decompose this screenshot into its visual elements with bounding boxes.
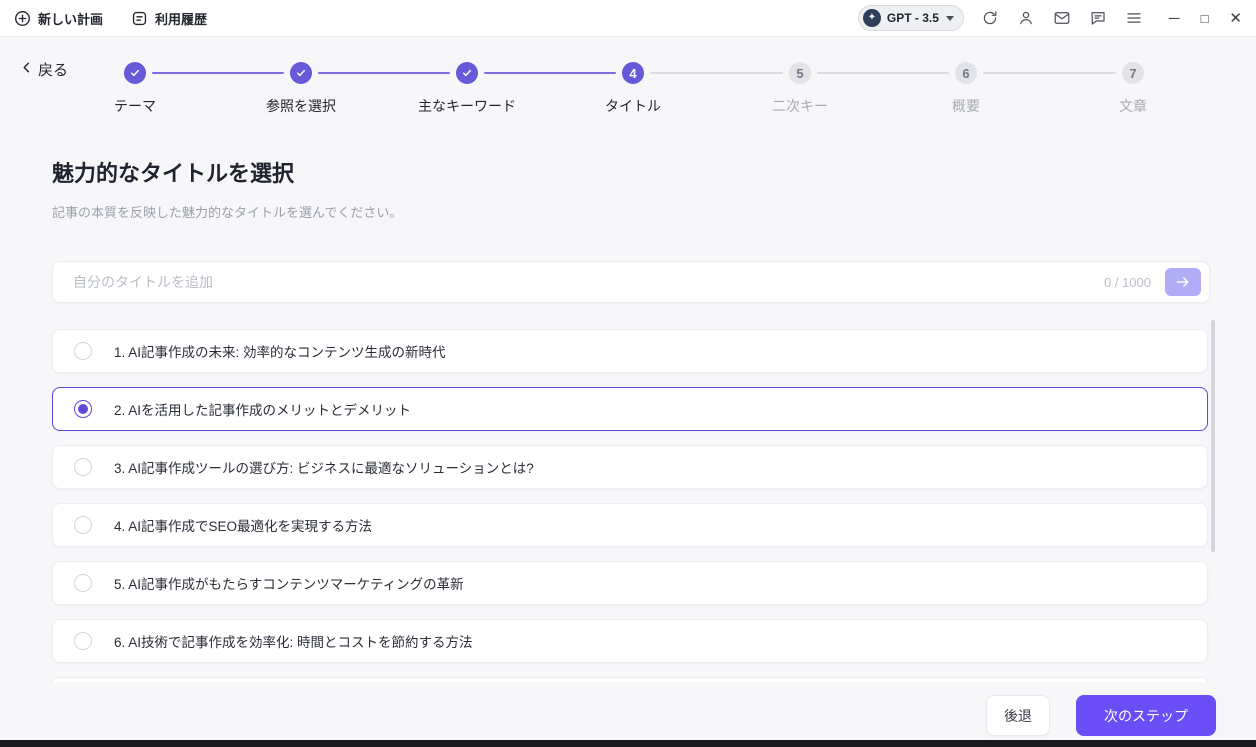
back-link-label: 戻る [38,62,69,79]
new-plan-label: 新しい計画 [38,11,104,27]
mail-button[interactable] [1053,9,1072,28]
scrollbar-thumb[interactable] [1211,320,1215,552]
step-number: 4 [629,65,637,81]
title-option-1[interactable]: 1. AI記事作成の未来: 効率的なコンテンツ生成の新時代 [52,329,1208,373]
radio-icon[interactable] [74,516,92,534]
step-1-theme[interactable] [124,62,146,84]
back-link[interactable]: 戻る [20,59,68,80]
chevron-down-icon [945,15,954,21]
model-label: GPT - 3.5 [886,11,939,25]
title-option-2[interactable]: 2. AIを活用した記事作成のメリットとデメリット [52,387,1208,431]
usage-history-label: 利用履歴 [155,11,208,27]
sparkle-icon: ✦ [862,9,881,27]
add-title-button[interactable] [1165,268,1201,296]
option-label: 2. AIを活用した記事作成のメリットとデメリット [114,403,412,418]
step-5-secondary-key[interactable]: 5 [789,62,811,84]
page-subtitle: 記事の本質を反映した魅力的なタイトルを選んでください。 [52,205,403,220]
check-icon [130,69,140,77]
chevron-left-icon [20,61,33,78]
feedback-button[interactable] [1089,9,1108,28]
user-icon [1020,11,1033,25]
step-7-article[interactable]: 7 [1122,62,1144,84]
refresh-button[interactable] [981,9,1000,28]
step-2-reference[interactable] [290,62,312,84]
step-connector [152,72,284,74]
check-icon [296,69,306,77]
option-label: 5. AI記事作成がもたらすコンテンツマーケティングの革新 [114,577,464,592]
history-icon [131,10,148,27]
step-4-title[interactable]: 4 [622,62,644,84]
custom-title-input[interactable] [71,273,1104,291]
custom-title-card: 0 / 1000 [52,261,1210,303]
title-option-partial [52,677,1208,682]
refresh-icon [984,11,997,25]
mail-icon [1055,12,1070,24]
page-title: 魅力的なタイトルを選択 [52,161,295,186]
app-window: 新しい計画 利用履歴 ✦ GPT - 3.5 ─ □ ✕ 戻る 4 5 6 7 … [0,0,1256,747]
radio-checked-icon[interactable] [74,400,92,418]
check-icon [462,69,472,77]
new-plan-button[interactable]: 新しい計画 [14,9,103,28]
arrow-right-icon [1176,277,1189,287]
step-label-title: タイトル [605,98,661,114]
plus-circle-icon [14,10,31,27]
step-label-outline: 概要 [952,98,980,114]
radio-icon[interactable] [74,574,92,592]
step-label-article: 文章 [1119,98,1147,114]
char-counter: 0 / 1000 [1104,274,1151,290]
step-number: 5 [796,65,804,81]
menu-button[interactable] [1125,9,1144,28]
step-label-reference: 参照を選択 [266,98,336,114]
option-label: 1. AI記事作成の未来: 効率的なコンテンツ生成の新時代 [114,345,446,360]
maximize-button[interactable]: □ [1201,12,1209,25]
top-bar: 新しい計画 利用履歴 ✦ GPT - 3.5 ─ □ ✕ [0,0,1256,37]
radio-icon[interactable] [74,632,92,650]
chat-bubble-icon [1091,12,1106,25]
minimize-button[interactable]: ─ [1169,11,1180,26]
option-label: 3. AI記事作成ツールの選び方: ビジネスに最適なソリューションとは? [114,461,534,476]
radio-icon[interactable] [74,342,92,360]
previous-step-button[interactable]: 後退 [986,695,1050,736]
step-connector [650,72,783,74]
title-option-3[interactable]: 3. AI記事作成ツールの選び方: ビジネスに最適なソリューションとは? [52,445,1208,489]
radio-icon[interactable] [74,458,92,476]
step-6-outline[interactable]: 6 [955,62,977,84]
title-option-5[interactable]: 5. AI記事作成がもたらすコンテンツマーケティングの革新 [52,561,1208,605]
title-option-4[interactable]: 4. AI記事作成でSEO最適化を実現する方法 [52,503,1208,547]
model-selector[interactable]: ✦ GPT - 3.5 [857,5,964,31]
bottom-edge-bar [0,740,1256,747]
step-connector [318,72,450,74]
step-3-keywords[interactable] [456,62,478,84]
option-label: 6. AI技術で記事作成を効率化: 時間とコストを節約する方法 [114,635,473,650]
step-label-secondary-key: 二次キー [772,98,828,114]
step-label-keywords: 主なキーワード [418,98,516,114]
account-button[interactable] [1017,9,1036,28]
step-number: 7 [1129,65,1137,81]
next-step-button[interactable]: 次のステップ [1076,695,1216,736]
title-option-6[interactable]: 6. AI技術で記事作成を効率化: 時間とコストを節約する方法 [52,619,1208,663]
hamburger-icon [1127,13,1142,23]
step-connector [484,72,616,74]
step-connector [817,72,949,74]
usage-history-button[interactable]: 利用履歴 [131,9,207,28]
option-label: 4. AI記事作成でSEO最適化を実現する方法 [114,519,373,534]
close-button[interactable]: ✕ [1229,11,1242,26]
step-connector [983,72,1116,74]
step-number: 6 [962,65,970,81]
window-controls: ─ □ ✕ [1169,11,1242,26]
step-label-theme: テーマ [114,98,156,114]
